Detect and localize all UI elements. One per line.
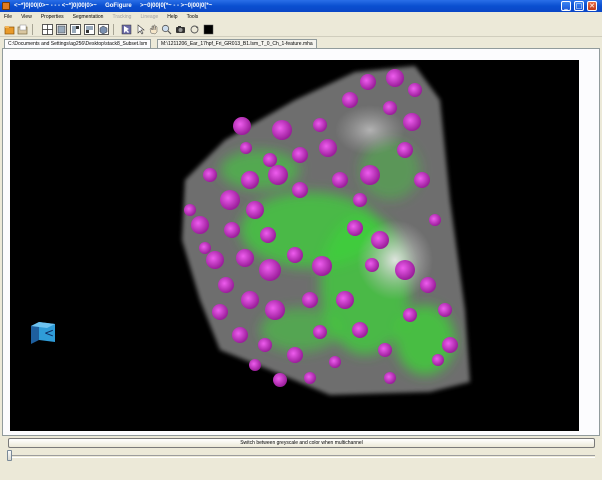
toolbar [0,22,602,37]
open-recent-icon[interactable] [17,24,28,35]
minimize-button[interactable]: _ [561,1,571,11]
menu-lineage[interactable]: Lineage [140,14,158,20]
menu-tools[interactable]: Tools [187,14,199,20]
cursor-icon[interactable] [135,24,146,35]
orientation-cube[interactable]: < [29,320,57,346]
switch-greyscale-color-button[interactable]: Switch between greyscale and color when … [8,438,595,448]
timepoint-slider-track[interactable] [7,455,595,458]
zoom-icon[interactable] [161,24,172,35]
menu-help[interactable]: Help [167,14,177,20]
maximize-button[interactable]: □ [574,1,584,11]
title-bar: <~*]0|00|0>~ - - - <~*]0|00|0>~ GoFigure… [0,0,602,12]
pointer-icon[interactable] [121,24,132,35]
tab-stack8-subset[interactable]: C:\Documents and Settings\ag256\Desktop\… [4,39,152,48]
snapshot-icon[interactable] [175,24,186,35]
menu-tracking[interactable]: Tracking [112,14,131,20]
close-button[interactable]: ✕ [587,1,597,11]
cube-face-label: < [44,326,54,340]
quad-view-icon[interactable] [42,24,53,35]
yz-view-icon[interactable] [84,24,95,35]
background-color-icon[interactable] [203,24,214,35]
app-icon [2,2,10,10]
menu-bar: File View Properties Segmentation Tracki… [0,12,602,22]
3d-render-view[interactable] [10,60,579,431]
rotate-icon[interactable] [189,24,200,35]
xz-view-icon[interactable] [70,24,81,35]
window-title: <~*]0|00|0>~ - - - <~*]0|00|0>~ GoFigure… [14,3,213,9]
tab-feature-mha[interactable]: M:\1211206_Ear_17hpf_Fri_GR013_B1.lsm_T_… [157,39,317,48]
menu-view[interactable]: View [21,14,32,20]
menu-file[interactable]: File [4,14,12,20]
menu-segmentation[interactable]: Segmentation [73,14,104,20]
timepoint-slider-handle[interactable] [7,450,12,461]
3d-view-icon[interactable] [98,24,109,35]
toolbar-separator [32,24,33,35]
document-tabs: C:\Documents and Settings\ag256\Desktop\… [0,38,602,48]
menu-properties[interactable]: Properties [41,14,64,20]
pan-hand-icon[interactable] [148,24,159,35]
open-icon[interactable] [4,24,15,35]
xy-view-icon[interactable] [56,24,67,35]
volume-rendering [182,66,470,395]
toolbar-separator [113,24,114,35]
